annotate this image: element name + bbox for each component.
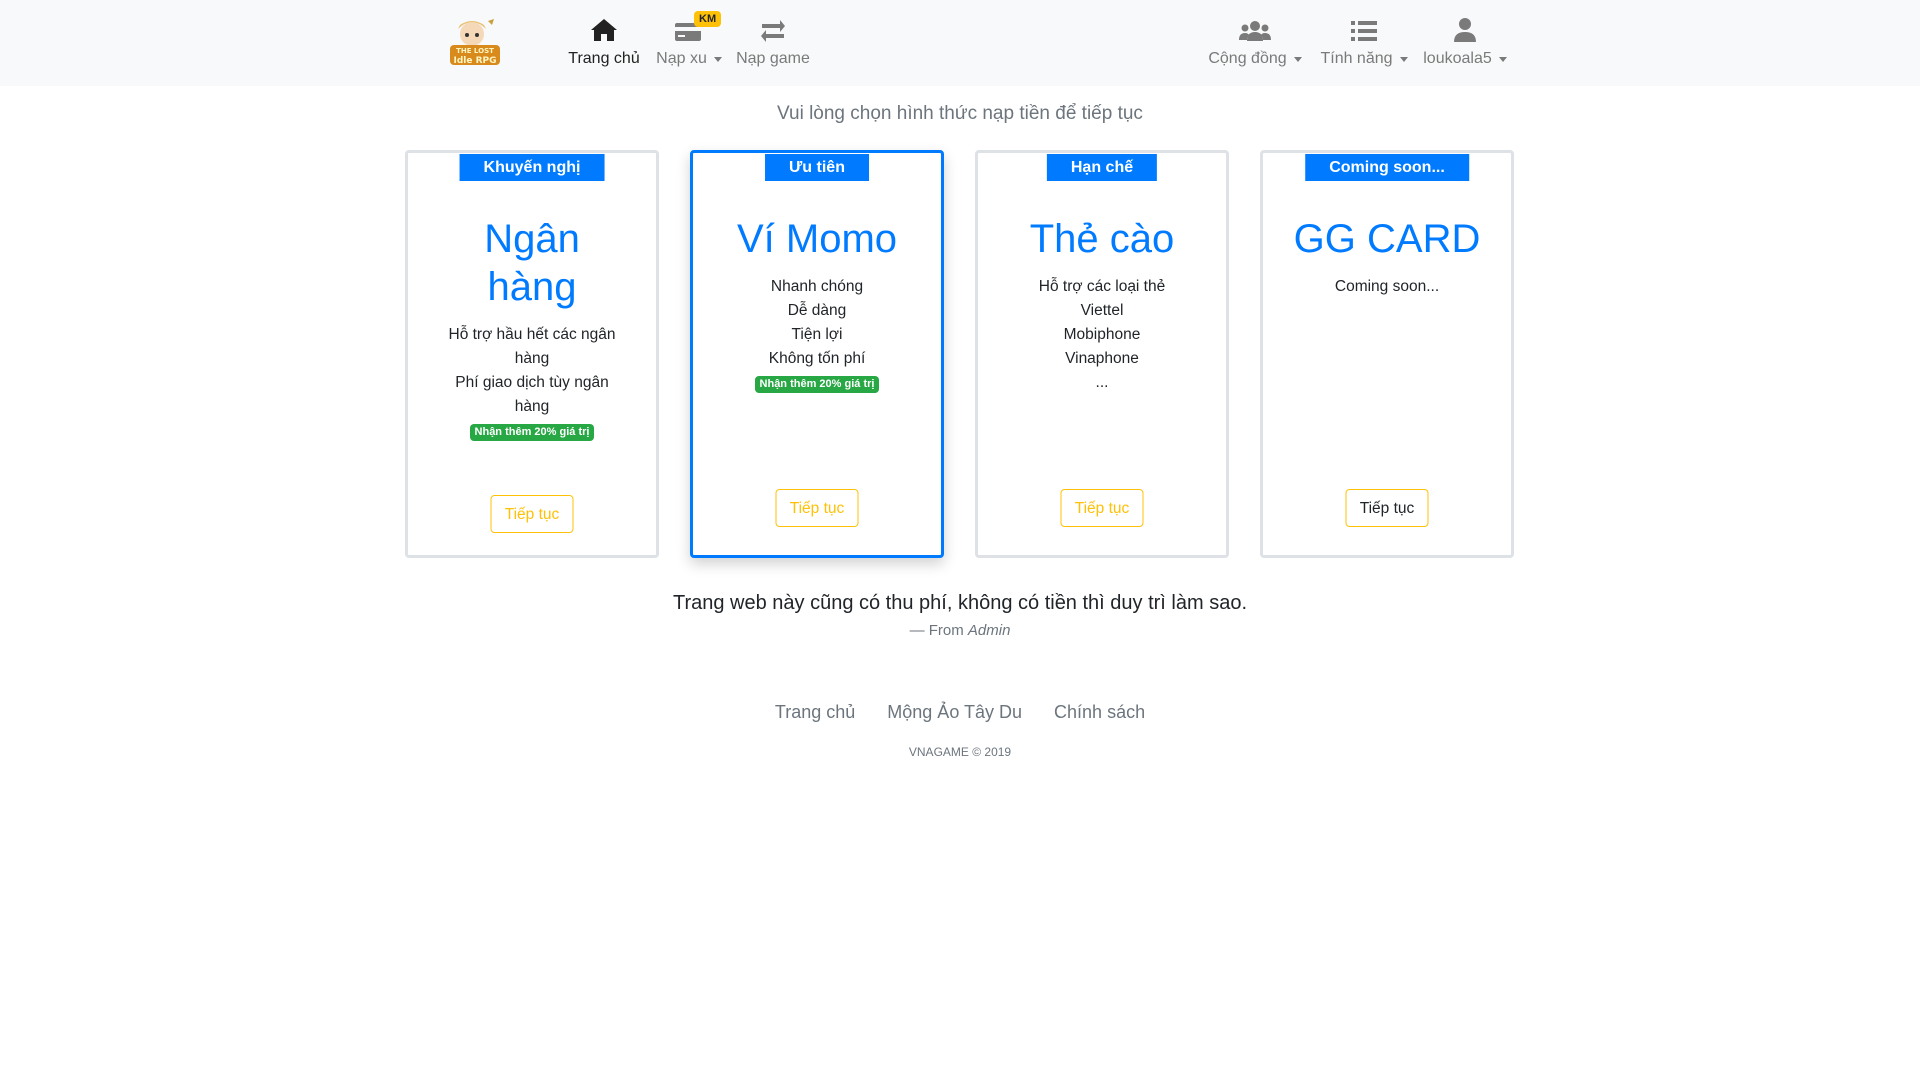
- card-badge: Coming soon...: [1305, 154, 1469, 181]
- page-instruction: Vui lòng chọn hình thức nạp tiền để tiếp…: [777, 103, 1143, 124]
- nav-user-menu[interactable]: loukoala5: [1420, 0, 1510, 86]
- nav-features[interactable]: Tính năng: [1318, 0, 1410, 86]
- card-desc-line: Viettel: [1080, 302, 1124, 319]
- nav-topup-game-label: Nạp game: [736, 50, 810, 67]
- promo-badge: Nhận thêm 20% giá trị: [469, 424, 595, 441]
- chevron-down-icon: [1293, 56, 1302, 62]
- card-desc-line: Nhanh chóng: [770, 278, 864, 295]
- card-title-line: Ngân: [484, 217, 580, 261]
- card-desc-line: ...: [1095, 374, 1109, 391]
- card-description: Nhanh chóng Dễ dàng Tiện lợi Không tốn p…: [693, 275, 941, 395]
- nav-community-label: Cộng đồng: [1208, 50, 1287, 67]
- chevron-down-icon: [1498, 56, 1507, 62]
- km-badge: KM: [694, 11, 722, 27]
- users-icon: [1239, 16, 1271, 42]
- exchange-arrows-icon: [760, 16, 786, 42]
- payment-card-momo: Ưu tiên Ví Momo Nhanh chóng Dễ dàng Tiện…: [690, 150, 944, 558]
- card-title-line: hàng: [487, 265, 577, 309]
- quote-source-prefix: — From: [909, 622, 964, 639]
- card-desc-line: Tiện lợi: [791, 326, 843, 343]
- chevron-down-icon: [1399, 56, 1408, 62]
- card-desc-line: Coming soon...: [1334, 278, 1440, 295]
- payment-card-bank: Khuyến nghị Ngân hàng Hỗ trợ hầu hết các…: [405, 150, 659, 558]
- quote-source-name: Admin: [967, 622, 1011, 639]
- continue-button[interactable]: Tiếp tục: [1060, 489, 1144, 527]
- admin-quote: Trang web này cũng có thu phí, không có …: [672, 592, 1248, 614]
- card-desc-line: Không tốn phí: [768, 350, 866, 367]
- promo-badge: Nhận thêm 20% giá trị: [754, 376, 880, 393]
- nav-features-label: Tính năng: [1320, 50, 1393, 67]
- home-icon: [590, 16, 618, 42]
- card-desc-line: Phí giao dịch tùy ngân: [455, 374, 609, 391]
- footer-link-game[interactable]: Mộng Ảo Tây Du: [887, 702, 1022, 723]
- footer-links: Trang chủ Mộng Ảo Tây Du Chính sách: [0, 702, 1920, 723]
- chevron-down-icon: [713, 56, 722, 62]
- card-desc-line: Vinaphone: [1065, 350, 1139, 367]
- payment-card-scratch: Hạn chế Thẻ cào Hỗ trợ các loại thẻ Viet…: [975, 150, 1229, 558]
- card-title: GG CARD: [1293, 217, 1481, 261]
- payment-card-ggcard: Coming soon... GG CARD Coming soon... Ti…: [1260, 150, 1514, 558]
- top-navbar: THE LOST Idle RPG Trang chủ KM Nạp xu Nạ…: [0, 0, 1920, 86]
- card-description: Hỗ trợ các loại thẻ Viettel Mobiphone Vi…: [978, 275, 1226, 395]
- card-badge: Hạn chế: [1046, 154, 1158, 181]
- nav-home[interactable]: Trang chủ: [568, 0, 640, 86]
- card-title: Ví Momo: [736, 217, 898, 261]
- nav-home-label: Trang chủ: [568, 50, 640, 67]
- card-description: Coming soon...: [1263, 275, 1511, 299]
- footer-link-home[interactable]: Trang chủ: [775, 702, 855, 723]
- card-desc-line: hàng: [514, 398, 550, 415]
- nav-community[interactable]: Cộng đồng: [1205, 0, 1305, 86]
- nav-topup-game[interactable]: Nạp game: [733, 0, 813, 86]
- continue-button[interactable]: Tiếp tục: [490, 495, 574, 533]
- copyright: VNAGAME © 2019: [908, 745, 1012, 759]
- card-desc-line: hàng: [514, 350, 550, 367]
- continue-button[interactable]: Tiếp tục: [775, 489, 859, 527]
- logo-text-top: THE LOST: [456, 47, 494, 55]
- nav-topup-xu[interactable]: KM Nạp xu: [652, 0, 726, 86]
- card-title: Ngân hàng: [428, 215, 636, 311]
- logo[interactable]: THE LOST Idle RPG: [448, 17, 502, 67]
- card-desc-line: Mobiphone: [1063, 326, 1141, 343]
- card-desc-line: Dễ dàng: [787, 302, 847, 319]
- user-icon: [1454, 16, 1476, 42]
- card-description: Hỗ trợ hầu hết các ngân hàng Phí giao dị…: [408, 323, 656, 443]
- logo-icon: THE LOST Idle RPG: [450, 19, 500, 66]
- logo-text-bottom: Idle RPG: [453, 56, 496, 66]
- nav-username: loukoala5: [1423, 50, 1492, 67]
- card-desc-line: Hỗ trợ các loại thẻ: [1038, 278, 1166, 295]
- nav-topup-xu-label: Nạp xu: [656, 50, 707, 67]
- list-icon: [1351, 16, 1377, 42]
- card-badge: Khuyến nghị: [459, 154, 605, 181]
- card-desc-line: Hỗ trợ hầu hết các ngân: [448, 326, 616, 343]
- continue-button[interactable]: Tiếp tục: [1345, 489, 1429, 527]
- footer-link-policy[interactable]: Chính sách: [1054, 702, 1145, 723]
- card-title: Thẻ cào: [1029, 217, 1175, 261]
- card-badge: Ưu tiên: [765, 154, 869, 181]
- quote-source: — From Admin: [0, 622, 1920, 639]
